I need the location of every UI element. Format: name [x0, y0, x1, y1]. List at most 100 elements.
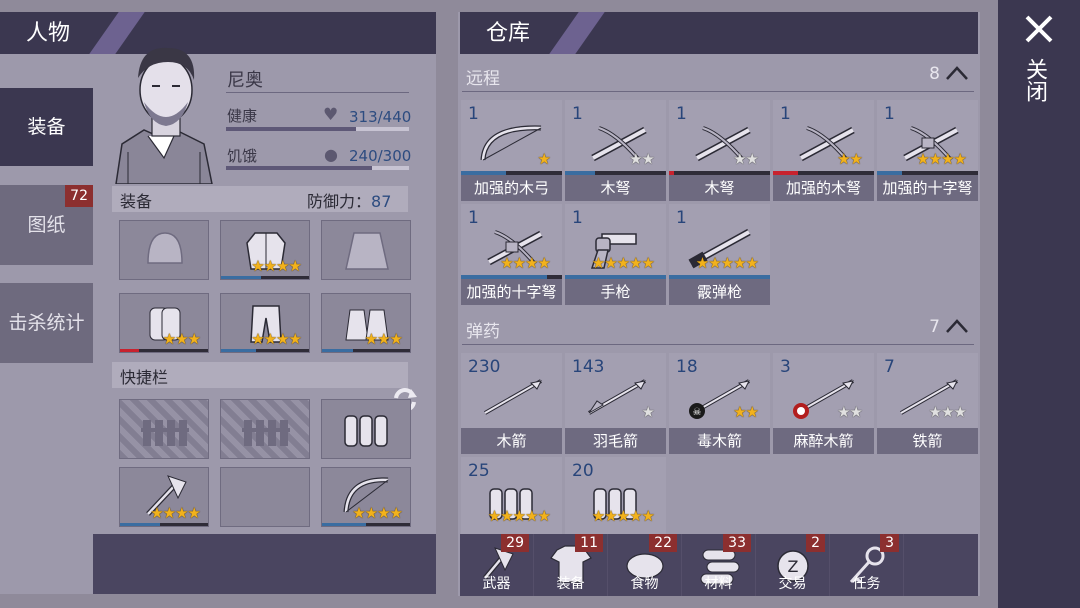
rating-stars: ★★★★	[150, 504, 201, 522]
character-panel-title: 人物	[26, 21, 71, 46]
locked-fence-icon	[136, 404, 194, 456]
close-label: 关闭	[1022, 58, 1047, 102]
ranged-item-card[interactable]: 1 ★★ 木弩	[565, 100, 666, 201]
rating-stars: ★★★	[364, 330, 403, 348]
rating-stars: ★★★★★	[487, 507, 551, 525]
ranged-item-card[interactable]: 1 ★★★★ 加强的十字弩	[461, 204, 562, 305]
equipment-slot[interactable]	[119, 220, 209, 280]
character-portrait	[108, 40, 226, 185]
durability-bar-fill	[120, 349, 140, 352]
rating-stars: ★★	[629, 150, 655, 168]
jacket-icon	[338, 225, 396, 277]
category-tab-label: 交易	[778, 576, 807, 592]
character-panel-footer	[93, 534, 436, 594]
ammo-item-card[interactable]: 7 ★★★ 铁箭	[877, 353, 978, 454]
ranged-item-card[interactable]: 1 ★★ 加强的木弩	[773, 100, 874, 201]
ranged-item-card[interactable]: 1 ★★ 木弩	[669, 100, 770, 201]
durability-bar	[221, 276, 309, 279]
durability-bar-fill	[322, 349, 353, 352]
durability-bar	[120, 523, 208, 526]
health-label: 健康	[227, 107, 258, 125]
chevron-up-icon[interactable]	[944, 62, 970, 89]
stomach-icon: ●	[324, 145, 338, 164]
equipment-slot[interactable]	[321, 220, 411, 280]
hunger-bar-fill	[226, 166, 373, 170]
durability-bar	[322, 523, 410, 526]
item-label: 木弩	[565, 175, 666, 201]
category-tab[interactable]: Z 2 交易	[756, 534, 830, 596]
rating-stars: ★★★★	[352, 504, 403, 522]
tab-blueprints[interactable]: 图纸 72	[0, 185, 93, 265]
category-tab[interactable]: 22 食物	[608, 534, 682, 596]
ammo-item-card[interactable]: 230 木箭	[461, 353, 562, 454]
rating-stars: ★★★	[928, 403, 967, 421]
ammo-item-card[interactable]: 3 ★★ 麻醉木箭	[773, 353, 874, 454]
ranged-item-card[interactable]: 1 ★★★★★ 霰弹枪	[669, 204, 770, 305]
tab-kill-stats[interactable]: 击杀统计	[0, 283, 93, 363]
item-label: 麻醉木箭	[773, 428, 874, 454]
tab-equipment[interactable]: 装备	[0, 88, 93, 166]
heart-icon: ♥	[323, 105, 339, 125]
close-icon[interactable]	[1022, 12, 1056, 46]
ranged-section-count: 8	[929, 64, 940, 84]
category-tab[interactable]: 33 材料	[682, 534, 756, 596]
ammo-item-card[interactable]: 18 ☠ ★★ 毒木箭	[669, 353, 770, 454]
quickbar-slot[interactable]	[220, 399, 310, 459]
category-tab-label: 食物	[630, 576, 659, 592]
rating-stars: ★★★	[162, 330, 201, 348]
equipment-slot[interactable]: ★★★	[119, 293, 209, 353]
health-bar	[226, 127, 409, 131]
ranged-item-card[interactable]: 1 ★ 加强的木弓	[461, 100, 562, 201]
rating-stars: ★★★★	[251, 257, 302, 275]
close-strip[interactable]: 关闭	[998, 0, 1080, 608]
title-stripe-decoration	[549, 12, 605, 54]
ammo-section-header[interactable]: 弹药 7	[460, 315, 978, 343]
category-tab[interactable]: 3 任务	[830, 534, 904, 596]
arrow-icon	[475, 373, 549, 421]
hunger-label: 饥饿	[227, 147, 258, 165]
ranged-section-header[interactable]: 远程 8	[460, 62, 978, 90]
category-tab-label: 任务	[852, 576, 881, 592]
quickbar-slot[interactable]: ★★★★	[119, 467, 209, 527]
rating-stars: ★★	[837, 403, 863, 421]
rating-stars: ★★★★★	[591, 507, 655, 525]
ranged-divider	[462, 91, 974, 92]
category-tab[interactable]: 29 武器	[460, 534, 534, 596]
equipment-slot[interactable]: ★★★★	[220, 220, 310, 280]
item-label: 铁箭	[877, 428, 978, 454]
locked-fence-icon	[237, 404, 295, 456]
name-underline	[226, 92, 409, 93]
category-count-badge: 2	[806, 534, 825, 552]
category-count-badge: 22	[649, 534, 677, 552]
quickbar-slot[interactable]	[321, 399, 411, 459]
rating-stars: ★★★★★	[695, 254, 759, 272]
chevron-up-icon[interactable]	[944, 315, 970, 342]
item-label: 加强的十字弩	[877, 175, 978, 201]
durability-bar-fill	[221, 349, 257, 352]
category-tab-label: 材料	[704, 576, 733, 592]
svg-text:☠: ☠	[693, 407, 702, 418]
durability-bar-fill	[120, 523, 160, 526]
equipment-slot[interactable]: ★★★	[321, 293, 411, 353]
category-tab[interactable]: 11 装备	[534, 534, 608, 596]
item-label: 木弩	[669, 175, 770, 201]
category-count-badge: 33	[723, 534, 751, 552]
equipment-slot[interactable]: ★★★★	[220, 293, 310, 353]
category-count-badge: 3	[880, 534, 899, 552]
rating-stars: ★	[641, 403, 655, 421]
rating-stars: ★★	[733, 403, 759, 421]
durability-bar	[120, 349, 208, 352]
rating-stars: ★★★★★	[591, 254, 655, 272]
hunger-value: 240/300	[349, 147, 412, 165]
tab-equipment-label: 装备	[27, 116, 66, 138]
defense-label-text: 防御力：	[307, 192, 372, 211]
quickbar-slot[interactable]	[220, 467, 310, 527]
ammo-section-title: 弹药	[466, 322, 500, 342]
ranged-item-card[interactable]: 1 ★★★★★ 手枪	[565, 204, 666, 305]
ranged-item-card[interactable]: 1 ★★★★ 加强的十字弩	[877, 100, 978, 201]
quickbar-slot[interactable]: ★★★★	[321, 467, 411, 527]
ammo-item-card[interactable]: 143 ★ 羽毛箭	[565, 353, 666, 454]
defense-value: 87	[371, 192, 392, 211]
quickbar-slot[interactable]	[119, 399, 209, 459]
health-bar-fill	[226, 127, 357, 131]
